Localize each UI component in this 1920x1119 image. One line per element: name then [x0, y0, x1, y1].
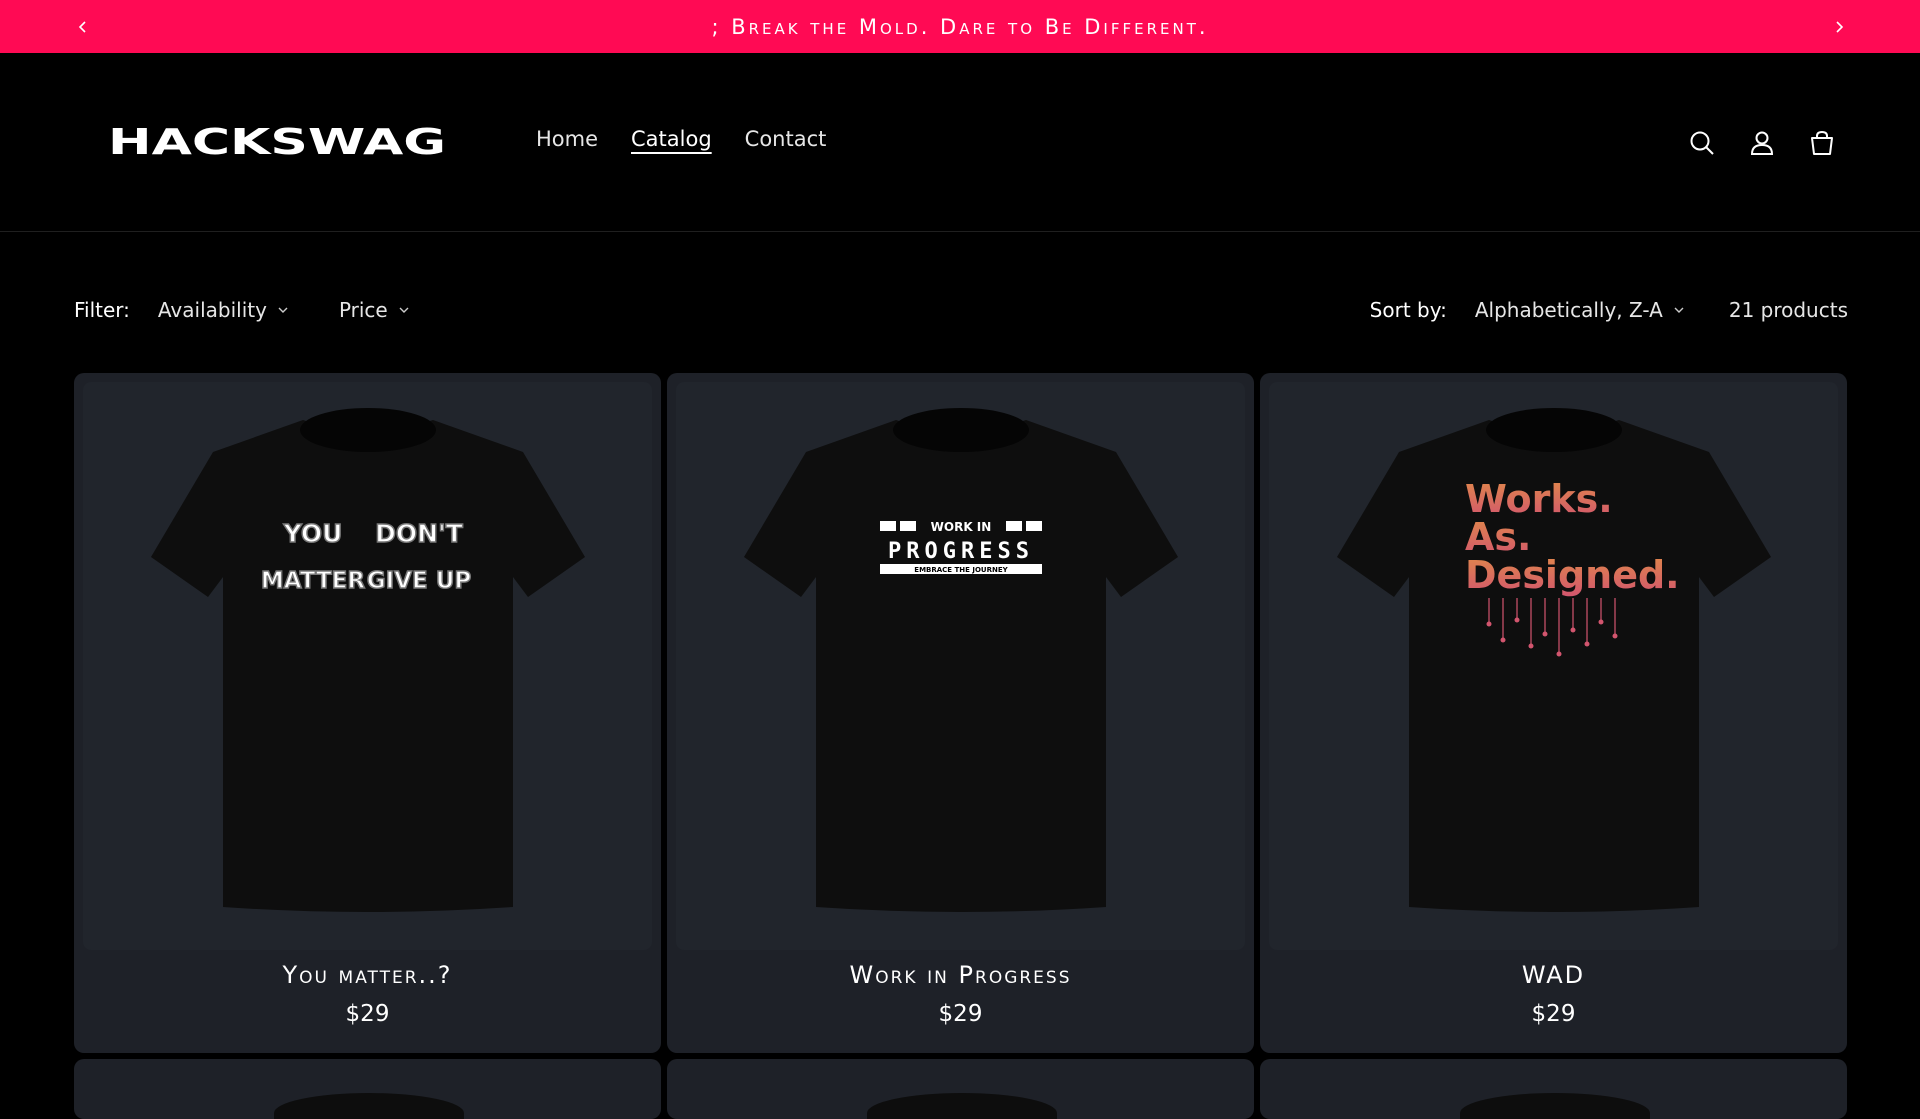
logo-text: HACKSWAG	[108, 123, 446, 161]
search-button[interactable]	[1682, 123, 1722, 163]
filter-availability[interactable]: Availability	[158, 298, 289, 322]
main-nav: Home Catalog Contact	[536, 127, 826, 151]
product-image[interactable]: WORK IN PROGRESS EMBRACE THE JOURNEY	[676, 382, 1245, 950]
design-text-2: PROGRESS	[888, 539, 1034, 564]
filter-price-label: Price	[338, 298, 388, 322]
filter-price[interactable]: Price	[339, 298, 410, 322]
tshirt-image: YOU DON'T MATTER GIVE UP	[151, 408, 585, 912]
product-card[interactable]	[667, 1059, 1254, 1119]
chevron-down-icon	[1674, 307, 1684, 313]
sort-select[interactable]: Alphabetically, Z-A	[1475, 298, 1685, 322]
product-title[interactable]: You matter..?	[74, 961, 661, 989]
design-text-4: GIVE UP	[367, 568, 472, 594]
announcement-bar: ; Break the Mold. Dare to Be Different.	[0, 0, 1920, 53]
product-card[interactable]: WORK IN PROGRESS EMBRACE THE JOURNEY Wor…	[667, 373, 1254, 1053]
announcement-prev-button[interactable]	[63, 0, 103, 53]
sort-label: Sort by:	[1369, 298, 1447, 322]
cart-button[interactable]	[1802, 123, 1842, 163]
facets-bar: Filter: Availability Price Sort by: Alph…	[74, 290, 1848, 330]
search-icon	[1690, 131, 1714, 155]
design-text-3: MATTER	[261, 568, 366, 594]
product-image[interactable]: Works. As. Designed.	[1269, 382, 1838, 950]
design-text-3: EMBRACE THE JOURNEY	[914, 566, 1008, 574]
filter-label: Filter:	[74, 298, 130, 322]
sort-value: Alphabetically, Z-A	[1474, 298, 1663, 322]
tshirt-image	[274, 1093, 464, 1119]
tshirt-image: Works. As. Designed.	[1337, 408, 1771, 912]
product-price: $29	[345, 1001, 390, 1027]
design-text-1: WORK IN	[931, 520, 992, 534]
product-price: $29	[938, 1001, 983, 1027]
tshirt-image	[867, 1093, 1057, 1119]
nav-home[interactable]: Home	[536, 127, 598, 151]
site-header: HACKSWAG Home Catalog Contact	[0, 53, 1920, 232]
product-card[interactable]: YOU DON'T MATTER GIVE UP You matter..? $…	[74, 373, 661, 1053]
product-count: 21 products	[1728, 298, 1848, 322]
chevron-down-icon	[278, 307, 288, 313]
account-icon	[1750, 131, 1774, 155]
product-price: $29	[1531, 1001, 1576, 1027]
chevron-right-icon	[1836, 20, 1844, 33]
cart-icon	[1811, 130, 1833, 155]
design-text-2: DON'T	[375, 519, 463, 548]
product-card[interactable]	[74, 1059, 661, 1119]
filter-availability-label: Availability	[157, 298, 267, 322]
site-logo[interactable]: HACKSWAG	[108, 123, 446, 161]
product-card[interactable]	[1260, 1059, 1847, 1119]
announcement-next-button[interactable]	[1819, 0, 1859, 53]
product-grid: YOU DON'T MATTER GIVE UP You matter..? $…	[74, 373, 1848, 1119]
announcement-text: ; Break the Mold. Dare to Be Different.	[711, 14, 1209, 39]
nav-catalog[interactable]: Catalog	[631, 127, 712, 151]
chevron-left-icon	[78, 20, 86, 33]
tshirt-image	[1460, 1093, 1650, 1119]
product-card[interactable]: Works. As. Designed. WAD $29	[1260, 373, 1847, 1053]
design-text-3: Designed.	[1465, 553, 1680, 597]
product-title[interactable]: Work in Progress	[667, 961, 1254, 989]
tshirt-image: WORK IN PROGRESS EMBRACE THE JOURNEY	[744, 408, 1178, 912]
nav-contact[interactable]: Contact	[745, 127, 827, 151]
product-image[interactable]: YOU DON'T MATTER GIVE UP	[83, 382, 652, 950]
chevron-down-icon	[399, 307, 409, 313]
design-text-1: YOU	[283, 519, 343, 548]
account-button[interactable]	[1742, 123, 1782, 163]
product-title[interactable]: WAD	[1260, 961, 1847, 989]
